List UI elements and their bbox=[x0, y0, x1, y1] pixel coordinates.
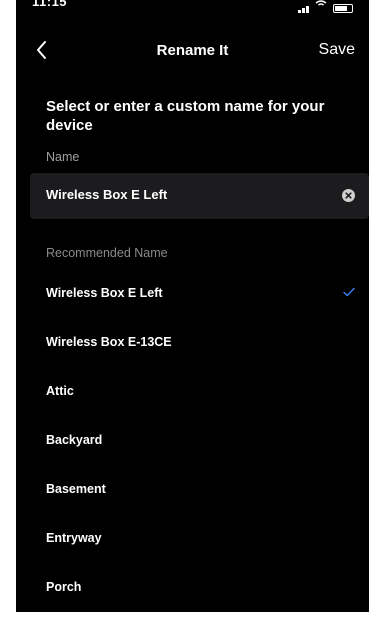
clear-x-icon bbox=[345, 192, 352, 199]
list-item[interactable]: Porch bbox=[30, 564, 369, 612]
list-item[interactable]: Backyard bbox=[30, 417, 369, 466]
list-item-label: Attic bbox=[46, 384, 74, 398]
rename-screen: 11:15 Rename It Save Select or enter a c… bbox=[16, 0, 369, 612]
signal-icon bbox=[298, 5, 309, 13]
name-field-label: Name bbox=[46, 150, 80, 164]
list-item-label: Porch bbox=[46, 580, 82, 594]
list-item-label: Backyard bbox=[46, 433, 103, 447]
recommended-name-label: Recommended Name bbox=[46, 246, 168, 260]
status-time: 11:15 bbox=[32, 0, 68, 9]
name-input[interactable] bbox=[46, 187, 306, 202]
recommended-name-list: Wireless Box E Left Wireless Box E-13CE … bbox=[30, 270, 369, 612]
list-item-label: Wireless Box E Left bbox=[46, 286, 163, 300]
status-icons bbox=[298, 0, 353, 13]
list-item[interactable]: Attic bbox=[30, 368, 369, 417]
status-bar: 11:15 bbox=[16, 0, 369, 14]
name-field bbox=[30, 173, 369, 219]
wifi-icon bbox=[315, 0, 327, 13]
list-item[interactable]: Wireless Box E-13CE bbox=[30, 319, 369, 368]
clear-text-button[interactable] bbox=[342, 189, 355, 202]
battery-icon bbox=[333, 4, 353, 13]
instruction-text: Select or enter a custom name for your d… bbox=[46, 98, 325, 134]
list-item-label: Wireless Box E-13CE bbox=[46, 335, 172, 349]
page-title: Rename It bbox=[156, 42, 229, 59]
list-item[interactable]: Entryway bbox=[30, 515, 369, 564]
list-item[interactable]: Basement bbox=[30, 466, 369, 515]
list-item-label: Entryway bbox=[46, 531, 102, 545]
navigation-bar: Rename It Save bbox=[16, 34, 369, 66]
save-button[interactable]: Save bbox=[319, 41, 355, 59]
list-item[interactable]: Wireless Box E Left bbox=[30, 270, 369, 319]
list-item-label: Basement bbox=[46, 482, 106, 496]
checkmark-icon bbox=[343, 287, 355, 297]
